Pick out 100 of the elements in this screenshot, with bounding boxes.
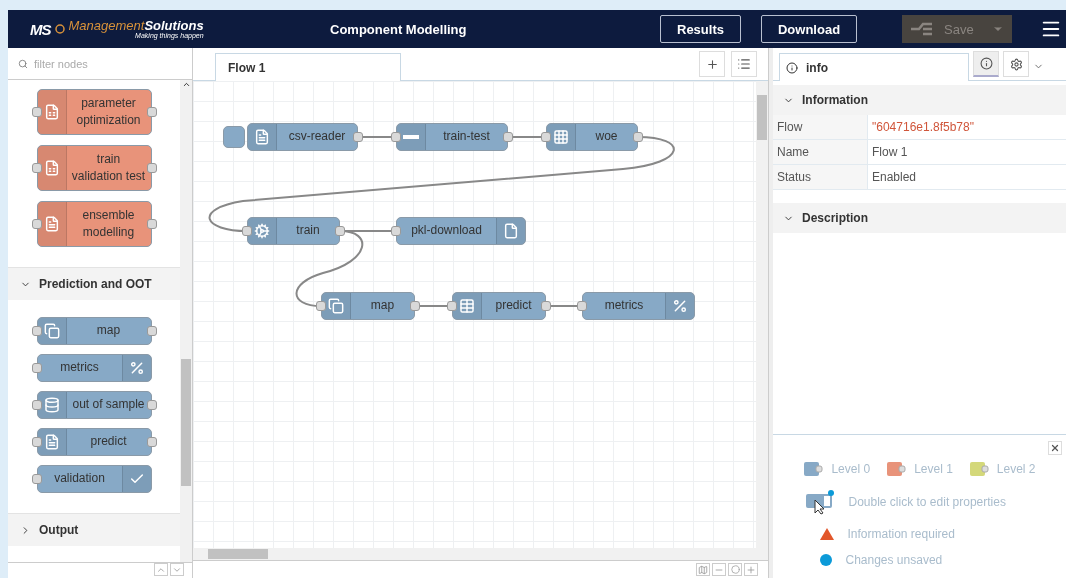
spreadsheet-icon <box>43 160 60 176</box>
document-icon <box>43 434 60 450</box>
property-name: Flow <box>773 115 868 140</box>
header-button[interactable]: Results <box>660 15 741 43</box>
warning-icon <box>819 528 834 540</box>
info-tab-button[interactable] <box>973 51 999 77</box>
gear-icon <box>1009 57 1023 71</box>
table-icon <box>459 298 475 314</box>
output-port[interactable] <box>633 132 643 142</box>
logo-mark: MS <box>30 20 51 38</box>
bar-icon <box>403 135 419 139</box>
brand-name: ManagementSolutions <box>68 19 204 32</box>
scrollbar[interactable] <box>180 80 192 562</box>
flow-node[interactable]: parameter optimization <box>36 89 152 135</box>
document-icon <box>43 216 60 232</box>
flow-node[interactable]: map <box>36 317 152 345</box>
map-icon <box>698 564 708 575</box>
legend-label: Level 0 <box>831 462 871 476</box>
zoom-reset-button[interactable] <box>728 563 742 576</box>
percent-icon <box>672 298 688 314</box>
document-icon <box>254 129 270 145</box>
search-icon <box>18 58 28 69</box>
output-port[interactable] <box>146 163 157 173</box>
plus-icon <box>705 57 719 71</box>
flow-node[interactable]: metrics <box>582 292 695 320</box>
node-icon <box>968 461 991 477</box>
flow-node[interactable]: pkl-download <box>396 217 526 245</box>
scrollbar[interactable] <box>193 548 756 560</box>
flow-tab[interactable]: Flow 1 <box>215 53 401 81</box>
flow-node[interactable]: metrics <box>36 354 152 382</box>
flow-node[interactable]: validation <box>36 465 152 493</box>
database-icon <box>43 397 60 413</box>
gear-icon <box>254 223 270 239</box>
zoom-out-button[interactable] <box>712 563 726 576</box>
list-icon <box>737 57 751 71</box>
output-port[interactable] <box>503 132 513 142</box>
node-icon <box>886 461 909 477</box>
grid-icon <box>553 129 569 145</box>
inject-button[interactable] <box>223 126 245 148</box>
settings-tab-button[interactable] <box>1003 51 1029 77</box>
percent-icon <box>128 360 145 376</box>
info-icon <box>979 57 993 70</box>
output-port[interactable] <box>541 301 551 311</box>
section-header[interactable]: Information <box>773 85 1066 115</box>
legend-label: Level 1 <box>914 462 953 476</box>
output-port[interactable] <box>410 301 420 311</box>
scrollbar[interactable] <box>756 81 768 560</box>
scroll-up-button[interactable] <box>154 563 168 576</box>
flow-node[interactable]: ensemble modelling <box>36 201 152 247</box>
output-port[interactable] <box>146 400 157 410</box>
copy-icon <box>43 323 60 339</box>
flow-node[interactable]: train <box>247 217 340 245</box>
flow-node[interactable]: woe <box>546 123 638 151</box>
legend-label: Information required <box>847 527 955 541</box>
category-header[interactable]: Prediction and OOT <box>8 267 180 300</box>
node-icon <box>803 461 826 477</box>
scrollbar-thumb[interactable] <box>208 549 268 559</box>
category-header[interactable]: Output <box>8 513 180 546</box>
header-button[interactable]: Download <box>760 15 858 43</box>
file-icon <box>503 223 519 239</box>
scroll-down-button[interactable] <box>170 563 184 576</box>
scrollbar-thumb[interactable] <box>757 95 767 140</box>
output-port[interactable] <box>146 326 157 336</box>
info-icon <box>786 61 798 74</box>
circle-icon <box>730 565 740 574</box>
app-title: Component Modelling <box>330 21 468 37</box>
flow-node[interactable]: predict <box>452 292 546 320</box>
legend-label: Changes unsaved <box>845 553 943 567</box>
output-port[interactable] <box>353 132 363 142</box>
output-port[interactable] <box>146 437 157 447</box>
flow-node[interactable]: out of sample <box>36 391 152 419</box>
add-tab-button[interactable] <box>699 51 725 77</box>
output-port[interactable] <box>146 219 157 229</box>
deploy-icon <box>910 22 935 36</box>
zoom-in-button[interactable] <box>744 563 758 576</box>
output-port[interactable] <box>146 107 157 117</box>
flow-node[interactable]: train-test <box>396 123 508 151</box>
close-icon <box>1050 443 1060 453</box>
flow-node[interactable]: csv-reader <box>247 123 358 151</box>
legend-label: Level 2 <box>996 462 1036 476</box>
copy-icon <box>328 298 344 314</box>
property-name: Status <box>773 165 868 190</box>
spreadsheet-icon <box>43 104 60 120</box>
flow-node[interactable]: train validation test <box>36 145 152 191</box>
logo-ring-icon <box>54 24 65 34</box>
flow-node[interactable]: predict <box>36 428 152 456</box>
unsaved-dot <box>819 554 832 566</box>
plus-icon <box>746 564 756 575</box>
list-button[interactable] <box>731 51 757 77</box>
property-name: Name <box>773 140 868 165</box>
flow-canvas[interactable]: csv-reader train-test woe train pkl-download map predict metrics <box>193 81 756 560</box>
sidebar-tab[interactable]: info <box>779 53 969 81</box>
output-port[interactable] <box>335 226 345 236</box>
close-button[interactable] <box>1048 441 1062 455</box>
section-header[interactable]: Description <box>773 203 1066 233</box>
map-button[interactable] <box>696 563 710 576</box>
flow-node[interactable]: map <box>321 292 415 320</box>
scrollbar-thumb[interactable] <box>181 359 191 486</box>
node-cursor-icon <box>804 489 835 515</box>
legend-label: Double click to edit properties <box>848 495 1006 509</box>
